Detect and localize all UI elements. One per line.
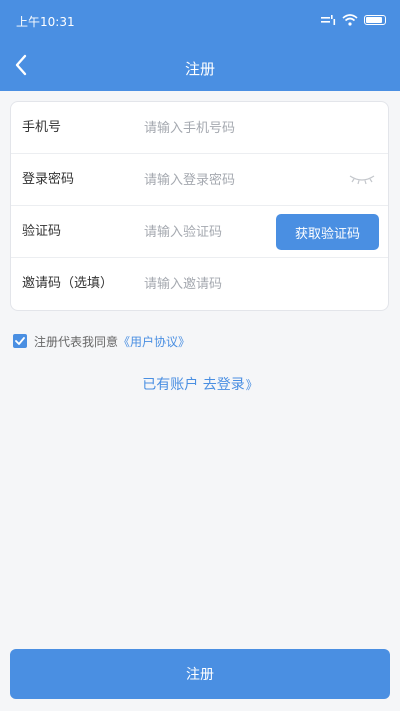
login-link-arrows: 》 <box>245 378 258 392</box>
login-link[interactable]: 已有账户 去登录》 <box>0 374 400 394</box>
page-title: 注册 <box>184 60 215 78</box>
wifi-icon <box>342 14 358 26</box>
nav-bar: 注册 <box>0 40 400 91</box>
phone-label: 手机号 <box>22 120 62 135</box>
register-button[interactable]: 注册 <box>10 649 390 699</box>
eye-closed-icon[interactable] <box>348 172 376 186</box>
check-icon <box>15 337 25 345</box>
code-input[interactable] <box>144 220 274 244</box>
user-agreement-link[interactable]: 《用户协议》 <box>118 333 190 350</box>
signal-icon <box>321 15 336 25</box>
phone-input[interactable] <box>144 116 344 140</box>
get-code-button[interactable]: 获取验证码 <box>276 214 379 250</box>
status-bar: 上午10:31 <box>0 0 400 40</box>
agreement-row: 注册代表我同意 《用户协议》 <box>13 333 190 349</box>
invite-label: 邀请码（选填） <box>22 276 114 291</box>
invite-row: 邀请码（选填） <box>11 258 388 310</box>
header-bar: 上午10:31 注册 <box>0 0 400 91</box>
password-label: 登录密码 <box>22 172 75 187</box>
password-input[interactable] <box>144 168 344 192</box>
register-form: 手机号 登录密码 验证码 获取验证码 邀请码（选填） <box>10 101 389 311</box>
agreement-text: 注册代表我同意 <box>34 334 119 349</box>
invite-input[interactable] <box>144 272 344 296</box>
status-icons <box>320 13 386 27</box>
status-time: 上午10:31 <box>16 15 75 29</box>
battery-icon <box>364 15 386 25</box>
login-link-text: 已有账户 去登录 <box>142 377 245 393</box>
phone-row: 手机号 <box>11 102 388 154</box>
agreement-checkbox[interactable] <box>13 334 27 348</box>
code-label: 验证码 <box>22 224 62 239</box>
code-row: 验证码 获取验证码 <box>11 206 388 258</box>
password-row: 登录密码 <box>11 154 388 206</box>
